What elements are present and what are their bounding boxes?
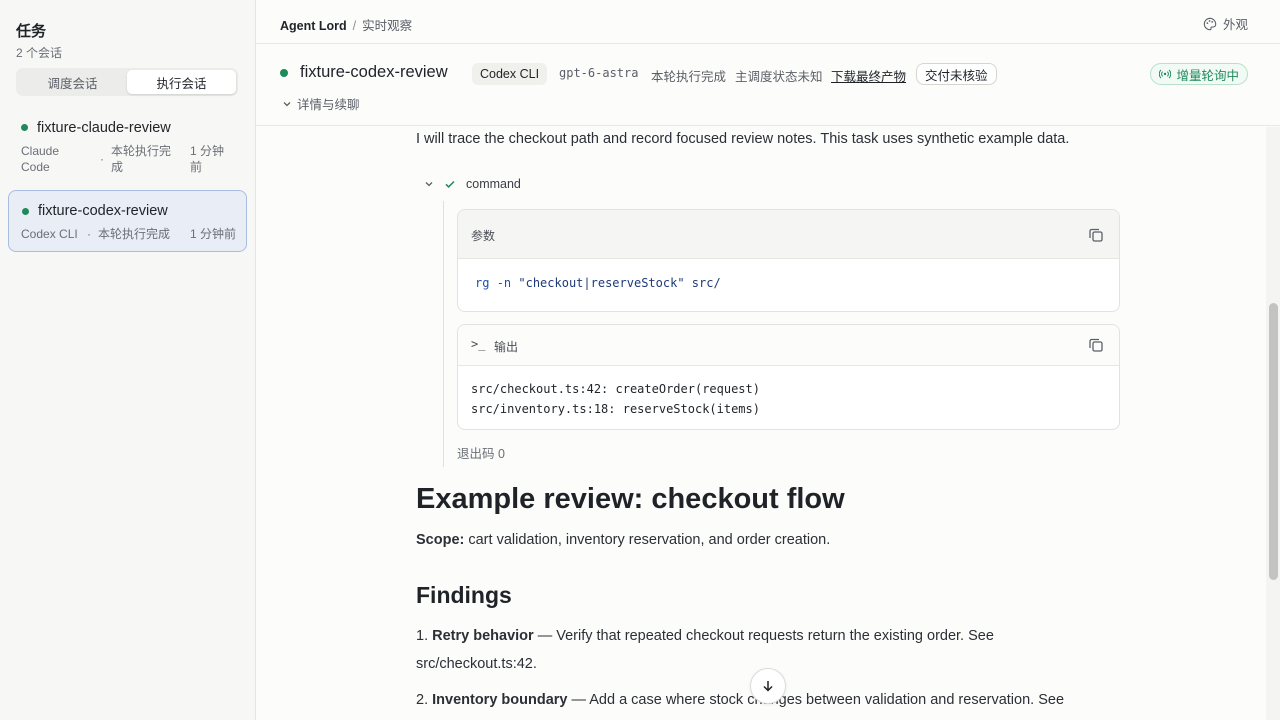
meta-separator: · [100, 152, 104, 166]
session-item-codex-review[interactable]: fixture-codex-review Codex CLI · 本轮执行完成 … [8, 190, 247, 252]
scrollbar[interactable] [1266, 127, 1280, 720]
delivery-verification-badge: 交付未核验 [916, 63, 997, 85]
review-heading: Example review: checkout flow [416, 483, 845, 515]
sidebar: 任务 2 个会话 调度会话 执行会话 fixture-claude-review… [0, 0, 256, 720]
breadcrumb: Agent Lord / 实时观察 [280, 15, 412, 34]
session-agent: Claude Code [21, 144, 60, 174]
details-label: 详情与续聊 [297, 98, 360, 112]
output-label: 输出 [494, 340, 519, 354]
meta-separator: · [87, 227, 91, 241]
download-artifact-link[interactable]: 下载最终产物 [831, 66, 906, 85]
copy-icon[interactable] [1087, 226, 1105, 244]
output-panel: >_ 输出 src/checkout.ts:42: createOrder(re… [457, 324, 1120, 430]
finding-item: 1. Retry behavior — Verify that repeated… [416, 628, 994, 672]
chevron-down-icon [283, 101, 291, 106]
palette-icon [1203, 17, 1217, 30]
session-title: fixture-codex-review [300, 63, 448, 81]
tab-dispatch-sessions[interactable]: 调度会话 [18, 70, 127, 94]
tool-call-header[interactable]: command [424, 177, 521, 191]
breadcrumb-root[interactable]: Agent Lord [280, 19, 347, 33]
model-name: gpt-6-astra [559, 66, 639, 80]
session-type-toggle: 调度会话 执行会话 [16, 68, 238, 96]
dispatch-status: 主调度状态未知 [735, 70, 823, 84]
session-header: fixture-codex-review Codex CLI gpt-6-ast… [256, 44, 1280, 126]
params-header: 参数 [458, 210, 1119, 259]
live-label: 增量轮询中 [1176, 68, 1239, 83]
tool-name: command [466, 177, 521, 191]
scrollbar-thumb[interactable] [1269, 303, 1278, 580]
params-panel: 参数 rg -n "checkout|reserveStock" src/ [457, 209, 1120, 312]
session-time: 1 分钟前 [190, 144, 225, 174]
scroll-to-bottom-button[interactable] [750, 668, 786, 704]
session-agent: Codex CLI [21, 227, 78, 241]
details-toggle[interactable]: 详情与续聊 [282, 94, 360, 113]
sidebar-title: 任务 [16, 23, 47, 40]
assistant-message: I will trace the checkout path and recor… [416, 131, 1070, 147]
live-polling-badge: 增量轮询中 [1150, 63, 1248, 85]
copy-icon[interactable] [1087, 336, 1105, 354]
exit-code: 退出码 0 [457, 447, 505, 461]
session-status: 本轮执行完成 [98, 227, 171, 241]
status-dot [280, 69, 288, 77]
arrow-down-icon [763, 681, 773, 692]
appearance-button[interactable]: 外观 [1203, 14, 1248, 33]
tool-call-guide-line [443, 201, 444, 467]
status-dot [21, 124, 28, 131]
tab-execution-sessions[interactable]: 执行会话 [127, 70, 236, 94]
breadcrumb-current: 实时观察 [362, 19, 413, 33]
session-name: fixture-codex-review [38, 203, 168, 219]
session-count: 2 个会话 [16, 46, 63, 60]
findings-heading: Findings [416, 582, 512, 608]
params-label: 参数 [471, 229, 496, 243]
transcript: I will trace the checkout path and recor… [256, 127, 1266, 720]
chevron-down-icon [425, 182, 433, 187]
check-icon [445, 180, 455, 188]
session-name: fixture-claude-review [37, 120, 171, 136]
finding-item: 2. Inventory boundary — Add a case where… [416, 692, 1065, 708]
scope-paragraph: Scope: cart validation, inventory reserv… [416, 532, 831, 548]
breadcrumb-separator: / [352, 19, 357, 33]
cli-badge: Codex CLI [472, 63, 548, 85]
command-output: src/checkout.ts:42: createOrder(request)… [471, 382, 760, 416]
status-dot [22, 208, 29, 215]
command-text: rg -n "checkout|reserveStock" src/ [475, 276, 721, 290]
top-bar: Agent Lord / 实时观察 外观 [256, 0, 1280, 44]
session-item-claude-review[interactable]: fixture-claude-review Claude Code · 本轮执行完… [8, 112, 247, 182]
broadcast-icon [1159, 69, 1172, 79]
appearance-label: 外观 [1222, 18, 1248, 32]
execution-status: 本轮执行完成 [651, 70, 727, 84]
output-header: >_ 输出 [458, 325, 1119, 366]
terminal-icon: >_ [471, 337, 486, 351]
session-status: 本轮执行完成 [111, 144, 172, 174]
session-time: 1 分钟前 [190, 227, 237, 241]
